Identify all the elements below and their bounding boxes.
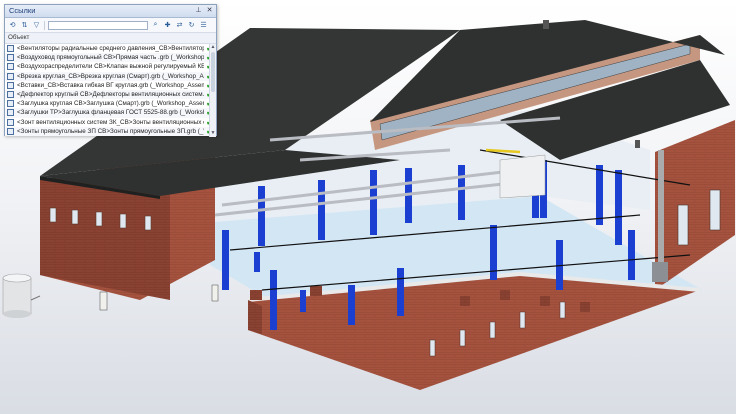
list-view-icon[interactable]: ☰	[199, 21, 208, 30]
exhaust-stack	[658, 150, 664, 280]
update-icon[interactable]: ↻	[187, 21, 196, 30]
left-wall-door-2	[211, 284, 219, 302]
scroll-thumb[interactable]	[211, 52, 215, 92]
list-item-label: <Зонт вентиляционных систем ЗК_СВ>Зонты …	[17, 118, 204, 126]
refresh-icon[interactable]: ⟲	[8, 21, 17, 30]
front-wall-side	[248, 300, 262, 334]
list-item[interactable]: <Заглушка круглая СВ>Заглушка (Смарт).gr…	[5, 99, 216, 109]
panel-title: Ссылки	[9, 6, 36, 15]
list-item-label: <Заглушка круглая СВ>Заглушка (Смарт).gr…	[17, 100, 204, 108]
left-wall-door	[99, 291, 108, 311]
search-icon[interactable]: ⌕	[151, 21, 160, 30]
scroll-down-icon[interactable]: ▼	[210, 130, 216, 137]
document-icon	[7, 127, 14, 135]
list-item[interactable]: <Вентиляторы радиальные среднего давлени…	[5, 44, 216, 54]
list-item-label: <Заглушки ТР>Заглушка фланцевая ГОСТ 552…	[17, 109, 204, 117]
list-item-label: <Вентиляторы радиальные среднего давлени…	[17, 45, 204, 52]
sort-icon[interactable]: ⇅	[20, 21, 29, 30]
list-item[interactable]: <Дефлектор круглый СВ>Дефлекторы вентиля…	[5, 89, 216, 100]
equipment-box	[499, 154, 546, 199]
roof-vent	[543, 20, 549, 29]
close-icon[interactable]: ✕	[206, 5, 213, 17]
panel-toolbar: ⟲ ⇅ ▽ ⌕ ✚ ⇄ ↻ ☰	[5, 18, 216, 33]
panel-title-bar: Ссылки ⊥ ✕	[5, 5, 216, 18]
replace-icon[interactable]: ⇄	[175, 21, 184, 30]
exhaust-stack-base	[652, 262, 668, 282]
vertical-scrollbar[interactable]: ▲ ▼	[209, 44, 216, 137]
left-wall-front	[40, 180, 170, 300]
list-item-label: <Дефлектор круглый СВ>Дефлекторы вентиля…	[17, 90, 204, 98]
list-item[interactable]: <Воздухораспределители СВ>Клапан выжной …	[5, 62, 216, 72]
list-item[interactable]: <Зонты прямоугольные ЗП СВ>Зонты прямоуг…	[5, 126, 216, 136]
list-item[interactable]: <Вставки_СВ>Вставка гибкая ВГ круглая.gr…	[5, 80, 216, 90]
document-icon	[7, 63, 14, 71]
filter-icon[interactable]: ▽	[32, 21, 41, 30]
link-add-icon[interactable]: ✚	[163, 21, 172, 30]
document-icon	[7, 100, 14, 108]
list-item[interactable]: <Заглушки ТР>Заглушка фланцевая ГОСТ 552…	[5, 108, 216, 118]
document-icon	[7, 45, 14, 53]
pin-icon[interactable]: ⊥	[195, 5, 202, 17]
cylindrical-tank	[2, 273, 41, 318]
document-icon	[7, 91, 14, 99]
links-list: <Вентиляторы радиальные среднего давлени…	[5, 44, 216, 137]
toolbar-divider	[44, 20, 45, 30]
column-header[interactable]: Объект	[5, 33, 216, 44]
list-item[interactable]: <Воздуховод прямоугольный СВ>Прямая част…	[5, 53, 216, 63]
list-item-label: <Врезка круглая_СВ>Врезка круглая (Смарт…	[17, 72, 204, 80]
search-input[interactable]	[48, 20, 148, 30]
list-item-label: <Зонты прямоугольные ЗП СВ>Зонты прямоуг…	[17, 127, 204, 135]
list-item-label: <Вставки_СВ>Вставка гибкая ВГ круглая.gr…	[17, 81, 204, 89]
list-item-label: <Воздуховод прямоугольный СВ>Прямая част…	[17, 54, 204, 62]
links-panel: Ссылки ⊥ ✕ ⟲ ⇅ ▽ ⌕ ✚ ⇄ ↻ ☰ Объект <Венти…	[4, 4, 217, 137]
document-icon	[7, 81, 14, 89]
document-icon	[7, 72, 14, 80]
list-item[interactable]: <Врезка круглая_СВ>Врезка круглая (Смарт…	[5, 71, 216, 81]
document-icon	[7, 118, 14, 126]
scroll-up-icon[interactable]: ▲	[210, 44, 216, 51]
roof-vent-2	[635, 140, 640, 148]
document-icon	[7, 54, 14, 62]
list-item[interactable]: <Зонт вентиляционных систем ЗК_СВ>Зонты …	[5, 117, 216, 127]
list-item-label: <Воздухораспределители СВ>Клапан выжной …	[17, 63, 204, 71]
document-icon	[7, 109, 14, 117]
